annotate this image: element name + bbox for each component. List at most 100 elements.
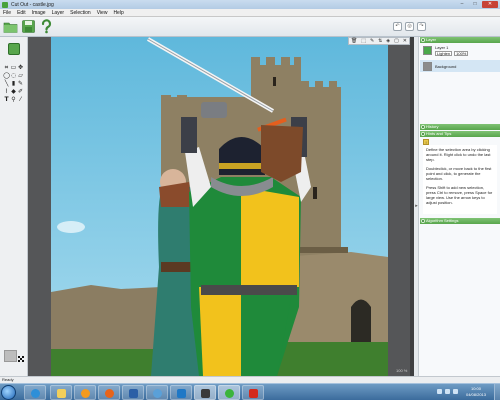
taskbar-ie[interactable] (24, 385, 46, 400)
zoom-icon[interactable]: ⚲ (10, 96, 17, 103)
document-toolbar: 🗑 ⬚ ✎ ⇅ ◈ ▢ ✕ (348, 37, 410, 45)
minimize-button[interactable]: – (456, 1, 468, 8)
eraser-icon[interactable]: ▮ (10, 80, 17, 87)
redo-icon[interactable]: ↷ (417, 22, 426, 31)
eyedropper-icon[interactable]: ⁄ (17, 96, 24, 103)
frame-icon[interactable]: ▢ (394, 38, 399, 44)
rect-select-icon[interactable]: ▭ (10, 64, 17, 71)
collapse-arrow-icon[interactable]: ▸ (414, 203, 419, 209)
app-icon (201, 389, 210, 398)
hints-panel-title: Hints and Tips (426, 131, 452, 136)
layer1-name: Layer 1 (435, 44, 449, 50)
opacity-select[interactable]: 100% (454, 50, 469, 56)
transform-icon[interactable]: ◈ (386, 38, 390, 44)
collapse-icon (421, 38, 425, 42)
title-bar: Cut Out - castle.jpg – □ ✕ (0, 0, 500, 9)
hint-paragraph: Define the selection area by clicking ar… (426, 147, 491, 162)
app-icon (2, 1, 8, 8)
volume-icon[interactable] (453, 389, 458, 394)
taskbar-app6[interactable] (146, 385, 168, 400)
taskbar-cutout[interactable] (218, 385, 240, 400)
taskbar-explorer[interactable] (50, 385, 72, 400)
menu-help[interactable]: Help (110, 10, 126, 16)
layer-row-background[interactable]: Background (420, 60, 500, 72)
show-desktop-button[interactable] (494, 384, 500, 400)
ellipse-select-icon[interactable]: ◯ (3, 72, 10, 79)
taskbar: 10:00 04/08/2013 (0, 383, 500, 400)
clock[interactable]: 10:00 04/08/2013 (466, 386, 486, 398)
background-layer-name: Background (435, 63, 457, 69)
algorithm-panel-title: Algorithm Settings (426, 218, 459, 223)
menu-view[interactable]: View (94, 10, 111, 16)
layer-row-layer1[interactable]: Layer 1 Lighten 100% (420, 44, 500, 56)
tray-icon[interactable] (437, 389, 442, 394)
open-folder-icon[interactable] (3, 19, 18, 34)
taskbar-app8[interactable] (194, 385, 216, 400)
canvas-image[interactable] (51, 37, 388, 376)
help-icon[interactable] (39, 19, 54, 34)
taskbar-firefox[interactable] (98, 385, 120, 400)
taskbar-media[interactable] (74, 385, 96, 400)
main-toolbar: ↶ ◎ ↷ (0, 17, 500, 37)
menu-bar: File Edit Image Layer Selection View Hel… (0, 9, 500, 17)
zoom-readout: 100 % (396, 368, 408, 373)
window-controls: – □ ✕ (456, 1, 498, 8)
close-doc-icon[interactable]: ✕ (403, 38, 407, 44)
clone-icon[interactable]: ✐ (17, 88, 24, 95)
media-icon (81, 389, 90, 398)
cutout-app-icon (225, 389, 234, 398)
system-tray (437, 389, 458, 394)
trash-icon[interactable]: 🗑 (351, 38, 357, 44)
taskbar-pdf[interactable] (242, 385, 264, 400)
menu-selection[interactable]: Selection (67, 10, 94, 16)
pdf-icon (249, 389, 258, 398)
pen-icon[interactable]: ✎ (17, 80, 24, 87)
history-panel-header[interactable]: History (420, 124, 500, 130)
taskbar-app5[interactable] (122, 385, 144, 400)
flip-icon[interactable]: ⇅ (378, 38, 382, 44)
layers-panel-header[interactable]: Layer (420, 37, 500, 43)
move-icon[interactable]: ✥ (17, 64, 24, 71)
hint-paragraph: Press Shift to add new selection, press … (426, 185, 493, 205)
hint-paragraph: Doubleclick, or move back to the first p… (426, 166, 492, 181)
app-icon (153, 389, 162, 398)
undo-icon[interactable]: ↶ (393, 22, 402, 31)
firefox-icon (105, 389, 114, 398)
lasso-icon[interactable]: ◌ (10, 72, 17, 79)
edit-icon[interactable]: ✎ (370, 38, 374, 44)
cutout-tool-icon[interactable] (8, 43, 20, 55)
taskbar-app7[interactable] (170, 385, 192, 400)
status-bar: Ready (0, 376, 500, 383)
maximize-button[interactable]: □ (469, 1, 481, 8)
app-icon (177, 389, 186, 398)
history-panel-title: History (426, 124, 439, 129)
ie-icon (31, 389, 40, 398)
color-swatch[interactable] (4, 350, 17, 362)
fill-icon[interactable]: ◆ (10, 88, 17, 95)
selection-icon[interactable]: ⬚ (361, 38, 366, 44)
fit-view-icon[interactable]: ◎ (405, 22, 414, 31)
save-icon[interactable] (21, 19, 36, 34)
brush-icon[interactable]: ⌇ (3, 88, 10, 95)
polygon-select-icon[interactable]: ▱ (17, 72, 24, 79)
app-icon (129, 389, 138, 398)
layer1-thumbnail (423, 45, 432, 55)
hints-panel-header[interactable]: Hints and Tips (420, 131, 500, 137)
menu-image[interactable]: Image (29, 10, 49, 16)
panel-collapse-strip[interactable]: ▸ (414, 37, 419, 376)
algorithm-panel-header[interactable]: Algorithm Settings (420, 218, 500, 224)
network-icon[interactable] (445, 389, 450, 394)
blend-mode-select[interactable]: Lighten (435, 50, 453, 56)
menu-edit[interactable]: Edit (14, 10, 29, 16)
close-button[interactable]: ✕ (482, 1, 498, 8)
menu-file[interactable]: File (0, 10, 14, 16)
layers-panel-title: Layer (426, 37, 437, 42)
crop-icon[interactable]: ⌗ (3, 64, 10, 71)
text-icon[interactable]: T (3, 96, 10, 103)
line-icon[interactable]: ╲ (3, 80, 10, 87)
start-button-icon[interactable] (1, 385, 16, 400)
tool-panel: ⌗ ▭ ✥ ◯ ◌ ▱ ╲ ▮ ✎ ⌇ ◆ ✐ T ⚲ ⁄ (0, 37, 28, 376)
menu-layer[interactable]: Layer (49, 10, 68, 16)
swap-colors-icon[interactable] (18, 356, 24, 362)
folder-icon (57, 389, 66, 398)
